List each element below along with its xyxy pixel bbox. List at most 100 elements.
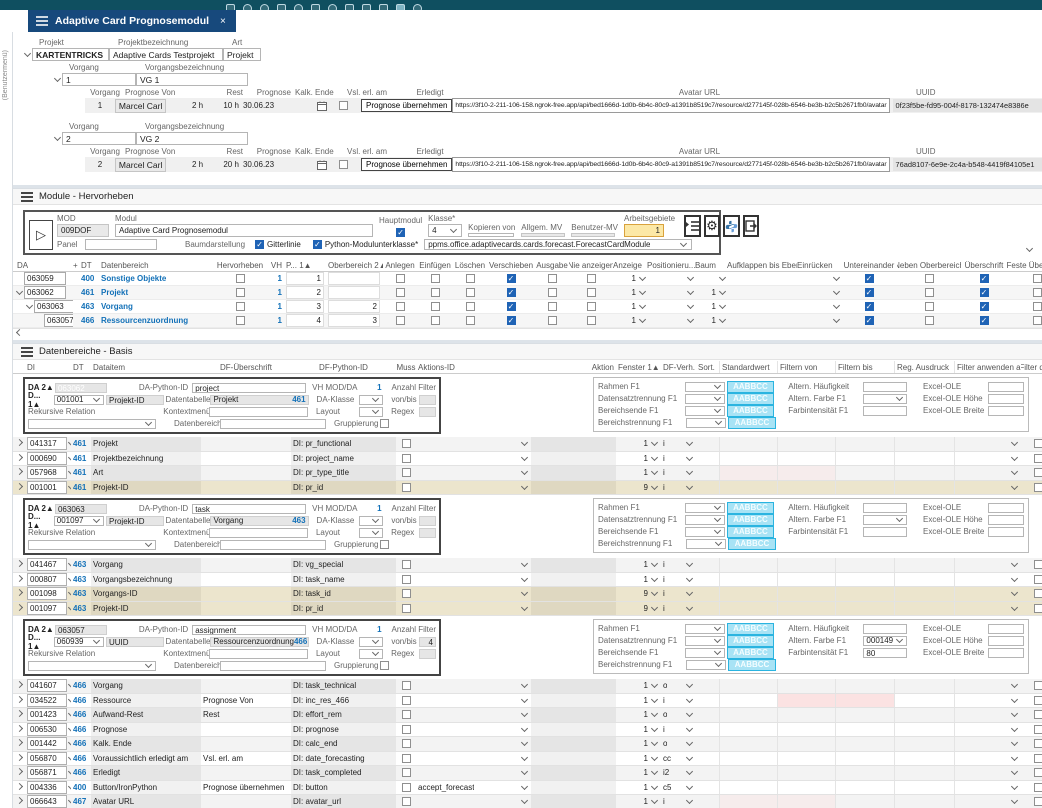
grid-icon[interactable] bbox=[379, 4, 388, 10]
bereichsende-select[interactable] bbox=[685, 648, 725, 658]
bereichsende-farbe-swatch[interactable]: AABBCC bbox=[727, 405, 775, 417]
di-chevron-icon[interactable] bbox=[68, 696, 71, 703]
muss-checkbox[interactable] bbox=[402, 754, 411, 763]
dataitem-row[interactable]: 041607 466 Vorgang DI: task_technical 1 … bbox=[13, 679, 1042, 694]
positionierung-select[interactable] bbox=[647, 289, 695, 296]
df-verh-select[interactable]: i bbox=[661, 452, 696, 466]
filter-deaktiviert-checkbox[interactable] bbox=[1034, 604, 1042, 613]
farbintensitaet-field[interactable] bbox=[863, 527, 907, 537]
ueberschrift-checkbox[interactable] bbox=[980, 274, 989, 283]
gruppierung-checkbox[interactable] bbox=[380, 419, 389, 428]
dataitem-row[interactable]: 041317 461 Projekt DI: pr_functional 1 i bbox=[13, 437, 1042, 452]
dataitem-row[interactable]: 004336 400 Button/IronPython Prognose üb… bbox=[13, 781, 1042, 796]
df-ueberschrift-cell[interactable] bbox=[201, 795, 291, 808]
filter-anwenden-select[interactable] bbox=[954, 452, 1021, 466]
calendar-icon[interactable] bbox=[317, 101, 327, 111]
da-python-id-field[interactable]: assignment bbox=[192, 625, 306, 635]
expand-row-icon[interactable] bbox=[16, 589, 23, 596]
muss-checkbox[interactable] bbox=[402, 468, 411, 477]
muss-checkbox[interactable] bbox=[402, 710, 411, 719]
filter-von-cell[interactable] bbox=[777, 694, 835, 708]
tree-expand-icon[interactable] bbox=[26, 302, 33, 309]
datenbereich-link[interactable]: Projekt bbox=[101, 288, 216, 297]
df-ueberschrift-cell[interactable] bbox=[201, 452, 291, 466]
filter-bis-cell[interactable] bbox=[835, 679, 894, 693]
filter-von-cell[interactable] bbox=[777, 795, 835, 808]
muss-checkbox[interactable] bbox=[402, 454, 411, 463]
filter-anwenden-select[interactable] bbox=[954, 602, 1021, 616]
collapse-vorgang-icon[interactable] bbox=[54, 134, 61, 141]
da-field[interactable]: 063063 bbox=[34, 300, 73, 313]
muss-checkbox[interactable] bbox=[402, 725, 411, 734]
filter-bis-cell[interactable] bbox=[835, 737, 894, 751]
einruecken-select[interactable] bbox=[797, 303, 841, 310]
reg-ausdruck-cell[interactable] bbox=[894, 737, 954, 751]
python-unterklasse-checkbox[interactable] bbox=[313, 240, 322, 249]
run-module-button[interactable]: ▷ bbox=[29, 220, 53, 250]
basis-section-header[interactable]: Datenbereiche - Basis bbox=[13, 343, 1042, 360]
bereichstrennung-farbe-swatch[interactable]: AABBCC bbox=[728, 538, 776, 550]
da-python-id-field[interactable]: project bbox=[192, 383, 306, 393]
excel-ole-hoehe-field[interactable] bbox=[988, 636, 1024, 646]
muss-checkbox[interactable] bbox=[402, 797, 411, 806]
aktions-id-select[interactable] bbox=[416, 708, 531, 722]
einruecken-select[interactable] bbox=[797, 275, 841, 282]
fenster-select[interactable]: 9 bbox=[616, 602, 661, 616]
df-ueberschrift-cell[interactable] bbox=[201, 679, 291, 693]
oberbereich-field[interactable]: 2 bbox=[328, 300, 380, 313]
sort-cell[interactable] bbox=[696, 723, 719, 737]
position-field[interactable]: 3 bbox=[286, 300, 324, 313]
di-field[interactable]: 001001 bbox=[27, 481, 67, 494]
loeschen-checkbox[interactable] bbox=[466, 274, 475, 283]
filter-anwenden-select[interactable] bbox=[954, 766, 1021, 780]
redo-icon[interactable] bbox=[260, 4, 269, 10]
filter-von-cell[interactable] bbox=[777, 452, 835, 466]
filter-von-cell[interactable] bbox=[777, 766, 835, 780]
df-verh-select[interactable]: i bbox=[661, 587, 696, 601]
di-chevron-icon[interactable] bbox=[68, 589, 71, 596]
filter-bis-cell[interactable] bbox=[835, 587, 894, 601]
reg-ausdruck-cell[interactable] bbox=[894, 766, 954, 780]
filter-bis-cell[interactable] bbox=[835, 602, 894, 616]
d1-select[interactable]: 060939 bbox=[54, 637, 104, 647]
reg-ausdruck-cell[interactable] bbox=[894, 708, 954, 722]
baum-select[interactable]: 1 bbox=[695, 316, 727, 325]
da-field[interactable]: 063062 bbox=[24, 286, 66, 299]
refresh-icon[interactable] bbox=[277, 4, 286, 10]
nie-anzeigen-checkbox[interactable] bbox=[587, 302, 596, 311]
filter-bis-cell[interactable] bbox=[835, 752, 894, 766]
sort-cell[interactable] bbox=[696, 481, 719, 495]
filter-bis-cell[interactable] bbox=[835, 694, 894, 708]
rahmen-f1-select[interactable] bbox=[685, 382, 725, 392]
filter-bis-cell[interactable] bbox=[835, 558, 894, 572]
bereichstrennung-select[interactable] bbox=[686, 539, 726, 549]
d1-select[interactable]: 001001 bbox=[54, 395, 104, 405]
aktions-id-select[interactable] bbox=[416, 481, 531, 495]
di-chevron-icon[interactable] bbox=[68, 710, 71, 717]
muss-checkbox[interactable] bbox=[402, 560, 411, 569]
standardwert-cell[interactable] bbox=[719, 679, 777, 693]
filter-bis-cell[interactable] bbox=[835, 723, 894, 737]
df-ueberschrift-cell[interactable]: Vsl. erl. am bbox=[201, 752, 291, 766]
chart-icon[interactable] bbox=[362, 4, 371, 10]
df-verh-select[interactable]: i bbox=[661, 466, 696, 480]
rahmen-f1-select[interactable] bbox=[685, 624, 725, 634]
fenster-select[interactable]: 9 bbox=[616, 587, 661, 601]
altern-farbe-select[interactable]: 000149 bbox=[863, 636, 907, 646]
avatar-url-field[interactable]: https://3f10-2-211-106-158.ngrok-free.ap… bbox=[452, 157, 889, 172]
baum-select[interactable]: 1 bbox=[695, 302, 727, 311]
klasse-select[interactable]: 4 bbox=[428, 224, 462, 237]
filter-deaktiviert-checkbox[interactable] bbox=[1034, 754, 1042, 763]
kontextmenue-field[interactable] bbox=[209, 649, 308, 659]
reg-ausdruck-cell[interactable] bbox=[894, 752, 954, 766]
datensatztrennung-select[interactable] bbox=[685, 636, 725, 646]
filter-bis-cell[interactable] bbox=[835, 795, 894, 808]
filter-bis-cell[interactable] bbox=[835, 781, 894, 795]
filter-von-cell[interactable] bbox=[777, 587, 835, 601]
sort-cell[interactable] bbox=[696, 752, 719, 766]
filter-von-cell[interactable] bbox=[777, 437, 835, 451]
df-verh-select[interactable]: i2 bbox=[661, 766, 696, 780]
di-field[interactable]: 056870 bbox=[27, 752, 67, 765]
filter-von-cell[interactable] bbox=[777, 573, 835, 587]
anlegen-checkbox[interactable] bbox=[396, 316, 405, 325]
